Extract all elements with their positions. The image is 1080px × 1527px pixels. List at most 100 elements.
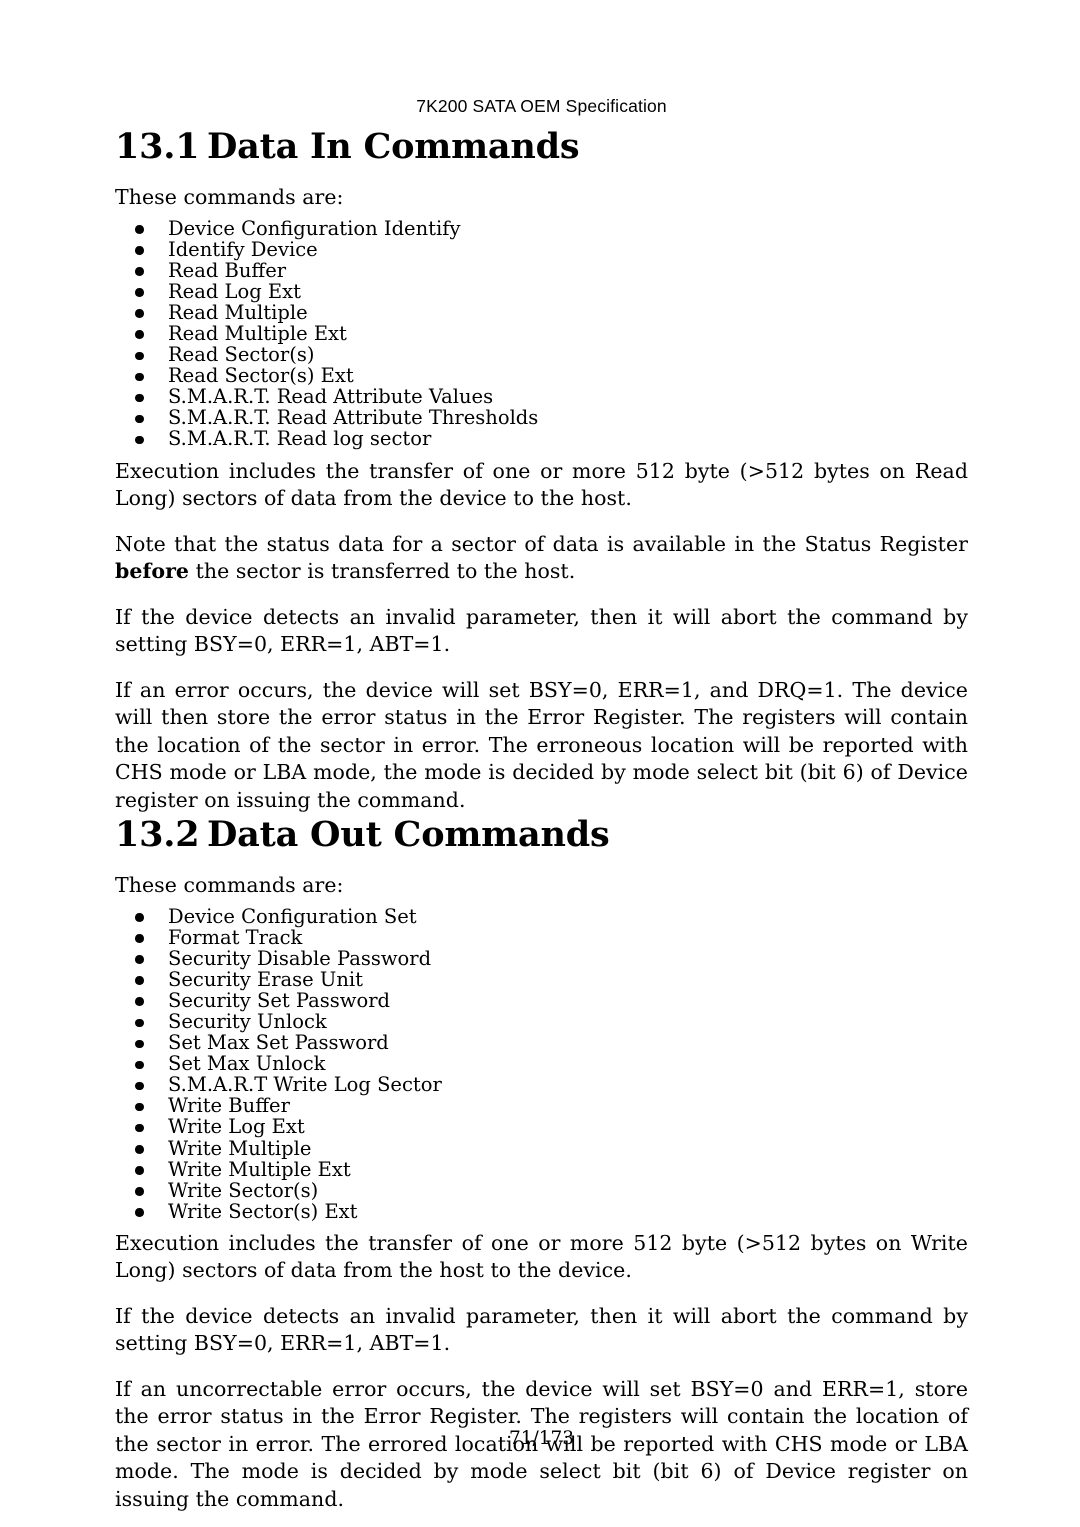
list-item: Write Multiple — [115, 1138, 968, 1159]
list-item-label: Read Sector(s) — [168, 343, 315, 367]
list-item: Read Buffer — [115, 260, 968, 281]
list-item: S.M.A.R.T. Read log sector — [115, 428, 968, 449]
list-item-label: Read Log Ext — [168, 279, 301, 303]
list-item-label: S.M.A.R.T. Read Attribute Values — [168, 385, 494, 409]
bullet-icon — [135, 1060, 144, 1070]
paragraph-note-13-1: Note that the status data for a sector o… — [115, 531, 968, 586]
section-title-13-2: Data Out Commands — [207, 814, 610, 856]
bullet-icon — [135, 997, 144, 1006]
page-content: 13.1 Data In Commands These commands are:… — [115, 126, 968, 1513]
document-page: 7K200 SATA OEM Specification 13.1 Data In… — [0, 0, 1080, 1527]
list-item: Write Multiple Ext — [115, 1159, 968, 1180]
list-item-label: Security Erase Unit — [168, 967, 363, 991]
bullet-icon — [135, 435, 144, 445]
list-item: S.M.A.R.T. Read Attribute Values — [115, 386, 968, 407]
list-item-label: Read Multiple — [168, 300, 308, 324]
list-item: Write Sector(s) Ext — [115, 1201, 968, 1222]
bullet-icon — [135, 1018, 144, 1027]
list-item: Identify Device — [115, 239, 968, 260]
section-number-13-2: 13.2 — [115, 814, 200, 856]
list-item: Write Buffer — [115, 1095, 968, 1116]
list-item: Read Sector(s) — [115, 344, 968, 365]
bullet-icon — [135, 1102, 144, 1112]
list-item-label: Security Unlock — [168, 1010, 327, 1033]
bullet-icon — [135, 267, 144, 276]
paragraph-execution-13-2: Execution includes the transfer of one o… — [115, 1230, 968, 1283]
paragraph-invalid-parameter-13-1: If the device detects an invalid paramet… — [115, 604, 968, 657]
section-heading-13-2: 13.2 Data Out Commands — [115, 814, 968, 856]
list-item: Security Erase Unit — [115, 969, 968, 990]
list-item: Format Track — [115, 927, 968, 948]
list-item-label: S.M.A.R.T. Read Attribute Thresholds — [168, 406, 539, 430]
list-item-label: Write Buffer — [168, 1094, 290, 1118]
section-heading-13-1: 13.1 Data In Commands — [115, 126, 968, 168]
list-item: Set Max Unlock — [115, 1053, 968, 1074]
data-out-command-list: Device Configuration Set Format Track Se… — [115, 904, 968, 1222]
bullet-icon — [135, 955, 144, 964]
list-item-label: Security Disable Password — [168, 946, 432, 970]
paragraph-invalid-parameter-13-2: If the device detects an invalid paramet… — [115, 1303, 968, 1356]
bullet-icon — [135, 1166, 144, 1175]
data-in-command-list: Device Configuration Identify Identify D… — [115, 216, 968, 450]
list-item-label: S.M.A.R.T Write Log Sector — [168, 1073, 442, 1097]
list-item-label: Set Max Set Password — [168, 1031, 389, 1055]
list-item: Read Multiple — [115, 302, 968, 323]
list-item: S.M.A.R.T. Read Attribute Thresholds — [115, 407, 968, 428]
bullet-icon — [135, 393, 144, 403]
list-item-label: Read Buffer — [168, 258, 287, 282]
list-item-label: Set Max Unlock — [168, 1052, 326, 1076]
list-item: Device Configuration Identify — [115, 216, 968, 240]
bullet-icon — [135, 414, 144, 424]
list-item-label: Identify Device — [168, 237, 318, 261]
paragraph-error-occurs-13-1: If an error occurs, the device will set … — [115, 677, 968, 812]
list-item-label: Security Set Password — [168, 988, 391, 1012]
bullet-icon — [135, 309, 144, 318]
bullet-icon — [135, 330, 144, 339]
list-item: Write Log Ext — [115, 1115, 968, 1139]
list-item-label: Write Sector(s) — [168, 1178, 319, 1202]
list-item-label: Write Multiple Ext — [168, 1157, 351, 1181]
bullet-icon — [135, 913, 144, 922]
list-item-label: Write Log Ext — [168, 1115, 305, 1139]
bullet-icon — [135, 372, 144, 382]
list-item-label: Write Multiple — [168, 1136, 312, 1160]
list-item-label: Device Configuration Identify — [168, 216, 461, 240]
bullet-icon — [135, 1208, 144, 1217]
page-number-footer: 71/173 — [508, 1428, 575, 1449]
lead-in-13-2: These commands are: — [115, 873, 344, 898]
bullet-icon — [135, 225, 144, 234]
list-item: Read Log Ext — [115, 281, 968, 302]
bullet-icon — [135, 351, 144, 361]
list-item: Read Multiple Ext — [115, 323, 968, 344]
bullet-icon — [135, 246, 144, 255]
list-item: Security Unlock — [115, 1011, 968, 1032]
bullet-icon — [135, 1081, 144, 1091]
paragraph-execution-13-1: Execution includes the transfer of one o… — [115, 458, 968, 511]
list-item: Device Configuration Set — [115, 904, 968, 928]
list-item: Security Set Password — [115, 990, 968, 1011]
lead-in-13-1: These commands are: — [115, 185, 344, 209]
paragraph-note-part2: the sector is transferred to the host. — [189, 559, 576, 584]
list-item-label: Read Multiple Ext — [168, 321, 347, 345]
bullet-icon — [135, 934, 144, 943]
bullet-icon — [135, 1145, 144, 1154]
list-item-label: Device Configuration Set — [168, 904, 417, 928]
paragraph-note-emphasis: before — [115, 559, 190, 584]
list-item: Write Sector(s) — [115, 1180, 968, 1201]
list-item: Read Sector(s) Ext — [115, 365, 968, 386]
list-item-label: S.M.A.R.T. Read log sector — [168, 427, 432, 451]
list-item: Set Max Set Password — [115, 1032, 968, 1053]
list-item: S.M.A.R.T Write Log Sector — [115, 1074, 968, 1095]
list-item-label: Read Sector(s) Ext — [168, 364, 354, 388]
paragraph-note-part1: Note that the status data for a sector o… — [115, 531, 968, 556]
running-header: 7K200 SATA OEM Specification — [416, 96, 667, 116]
bullet-icon — [135, 1039, 144, 1049]
section-title-13-1: Data In Commands — [207, 126, 580, 167]
bullet-icon — [135, 1123, 144, 1133]
bullet-icon — [135, 288, 144, 297]
list-item-label: Write Sector(s) Ext — [168, 1199, 358, 1223]
list-item-label: Format Track — [168, 925, 303, 949]
section-number-13-1: 13.1 — [115, 126, 200, 167]
bullet-icon — [135, 976, 144, 985]
bullet-icon — [135, 1187, 144, 1196]
